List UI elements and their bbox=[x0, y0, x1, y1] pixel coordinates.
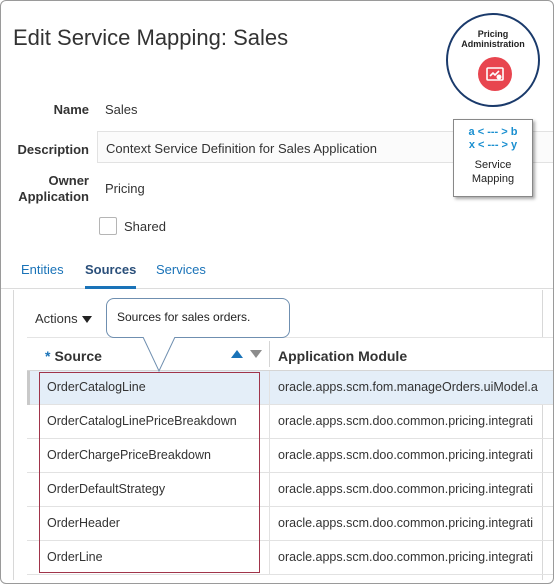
tab-services[interactable]: Services bbox=[156, 261, 206, 289]
page-title: Edit Service Mapping: Sales bbox=[13, 25, 289, 50]
table-header: * Source Application Module bbox=[27, 337, 553, 371]
cell-divider bbox=[269, 371, 270, 405]
name-label: Name bbox=[53, 102, 89, 117]
owner-label-line1: Owner bbox=[48, 173, 89, 188]
application-module-cell: oracle.apps.scm.doo.common.pricing.integ… bbox=[278, 516, 533, 530]
application-module-cell: oracle.apps.scm.doo.common.pricing.integ… bbox=[278, 448, 533, 462]
pricing-admin-icon bbox=[478, 57, 512, 91]
source-column-highlight bbox=[39, 372, 260, 573]
owner-application-label: Owner Application bbox=[9, 173, 89, 205]
description-value: Context Service Definition for Sales App… bbox=[106, 141, 377, 156]
tab-sources[interactable]: Sources bbox=[85, 261, 137, 289]
mapping-line-xy: x < --- > y bbox=[468, 139, 518, 151]
caret-down-icon bbox=[81, 316, 92, 324]
tooltip-text: Sources for sales orders. bbox=[117, 310, 251, 324]
column-divider bbox=[269, 341, 270, 367]
application-module-cell: oracle.apps.scm.doo.common.pricing.integ… bbox=[278, 482, 533, 496]
source-header-label: Source bbox=[54, 348, 102, 364]
callout-caption-line2: Mapping bbox=[471, 173, 515, 185]
column-header-application-module[interactable]: Application Module bbox=[278, 348, 407, 364]
app-window: Edit Service Mapping: Sales Pricing Admi… bbox=[0, 0, 554, 584]
owner-label-line2: Application bbox=[18, 189, 89, 204]
service-mapping-callout: a < --- > b x < --- > y Service Mapping bbox=[453, 119, 533, 197]
description-label: Description bbox=[17, 142, 89, 157]
shared-checkbox[interactable] bbox=[99, 217, 117, 235]
tab-entities[interactable]: Entities bbox=[21, 261, 64, 289]
owner-application-value: Pricing bbox=[105, 181, 145, 196]
tab-bar: Entities Sources Services bbox=[1, 261, 553, 289]
callout-caption-line1: Service bbox=[474, 159, 512, 171]
cell-divider bbox=[269, 473, 270, 507]
application-module-cell: oracle.apps.scm.doo.common.pricing.integ… bbox=[278, 414, 533, 428]
cell-divider bbox=[269, 541, 270, 575]
tooltip-pointer bbox=[142, 337, 176, 373]
badge-title-line1: Pricing bbox=[477, 29, 509, 39]
sort-ascending-icon[interactable] bbox=[231, 350, 243, 358]
pricing-administration-badge: Pricing Administration bbox=[446, 13, 540, 107]
sort-descending-icon[interactable] bbox=[250, 350, 262, 358]
badge-title: Pricing Administration bbox=[448, 29, 538, 49]
cell-divider bbox=[269, 507, 270, 541]
application-module-cell: oracle.apps.scm.doo.common.pricing.integ… bbox=[278, 550, 533, 564]
actions-label: Actions bbox=[35, 311, 78, 326]
cell-divider bbox=[269, 439, 270, 473]
column-header-source[interactable]: * Source bbox=[45, 348, 102, 364]
row-selection-bar bbox=[27, 371, 30, 405]
annotation-tooltip: Sources for sales orders. bbox=[106, 298, 290, 338]
name-value: Sales bbox=[105, 102, 138, 117]
mapping-line-ab: a < --- > b bbox=[468, 126, 518, 138]
required-marker: * bbox=[45, 348, 51, 364]
shared-label: Shared bbox=[124, 219, 166, 234]
badge-title-line2: Administration bbox=[461, 39, 525, 49]
cell-divider bbox=[269, 405, 270, 439]
actions-menu[interactable]: Actions bbox=[35, 311, 92, 326]
application-module-cell: oracle.apps.scm.fom.manageOrders.uiModel… bbox=[278, 380, 538, 394]
